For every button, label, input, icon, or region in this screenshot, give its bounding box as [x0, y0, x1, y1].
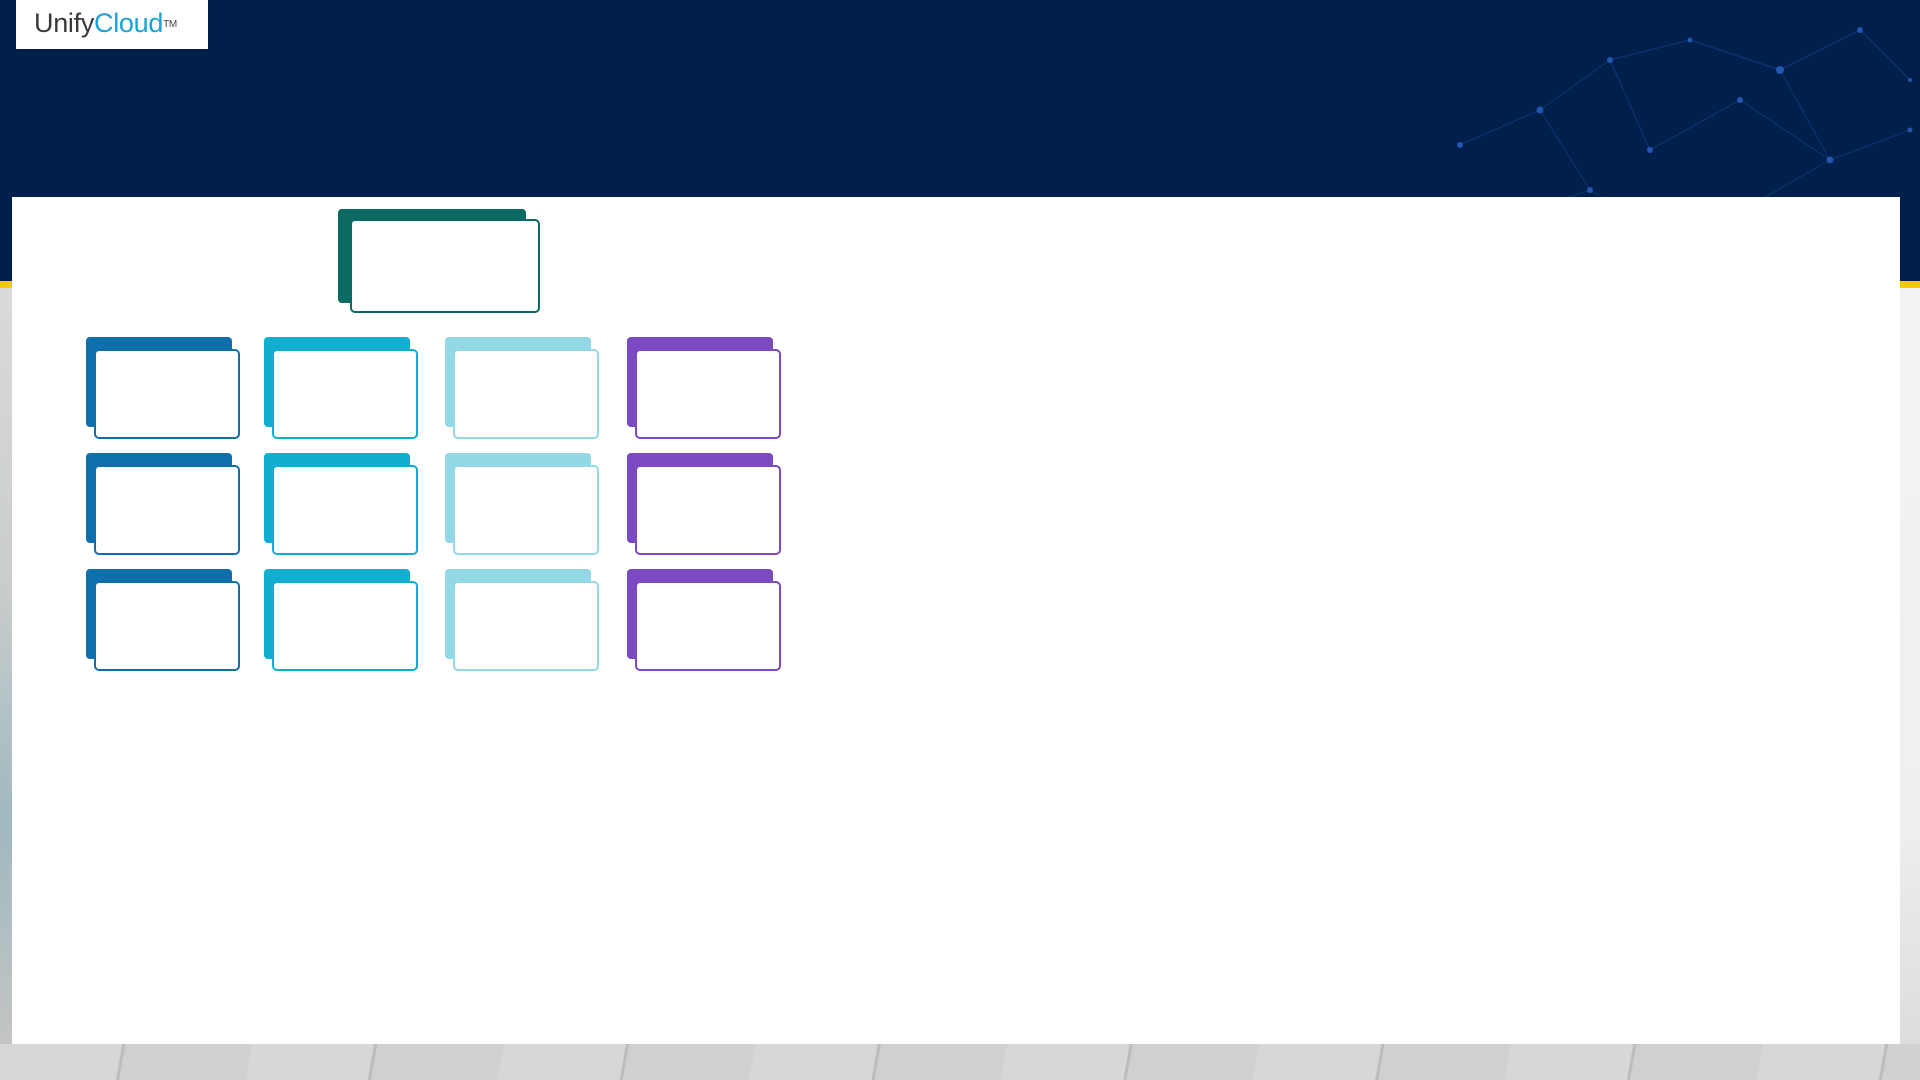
card-col2-row1[interactable]	[264, 337, 418, 439]
logo-text-unify: Unify	[34, 8, 95, 38]
logo[interactable]: UnifyCloudTM	[16, 0, 208, 49]
card-col1-row1[interactable]	[86, 337, 240, 439]
logo-wordmark: UnifyCloudTM	[34, 6, 177, 40]
card-face	[94, 349, 240, 439]
floor-background	[0, 1044, 1920, 1080]
card-face	[635, 465, 781, 555]
card-col1-row3[interactable]	[86, 569, 240, 671]
card-col4-row3[interactable]	[627, 569, 781, 671]
background-photo	[1900, 288, 1920, 1048]
card-col4-row1[interactable]	[627, 337, 781, 439]
card-col4-row2[interactable]	[627, 453, 781, 555]
card-face	[272, 581, 418, 671]
logo-trademark: TM	[163, 19, 177, 30]
card-face	[453, 465, 599, 555]
logo-text-cloud: Cloud	[94, 8, 164, 38]
accent-stripe	[1900, 281, 1920, 288]
card-col3-row1[interactable]	[445, 337, 599, 439]
card-col1-row2[interactable]	[86, 453, 240, 555]
card-col3-row2[interactable]	[445, 453, 599, 555]
content-panel	[12, 197, 1900, 1044]
root-card[interactable]	[338, 209, 540, 313]
card-col2-row3[interactable]	[264, 569, 418, 671]
card-face	[350, 219, 540, 313]
card-face	[635, 349, 781, 439]
card-face	[94, 581, 240, 671]
background-photo	[0, 288, 12, 1048]
card-face	[453, 581, 599, 671]
card-col3-row3[interactable]	[445, 569, 599, 671]
card-face	[272, 349, 418, 439]
card-face	[453, 349, 599, 439]
card-face	[635, 581, 781, 671]
card-col2-row2[interactable]	[264, 453, 418, 555]
card-face	[272, 465, 418, 555]
card-face	[94, 465, 240, 555]
